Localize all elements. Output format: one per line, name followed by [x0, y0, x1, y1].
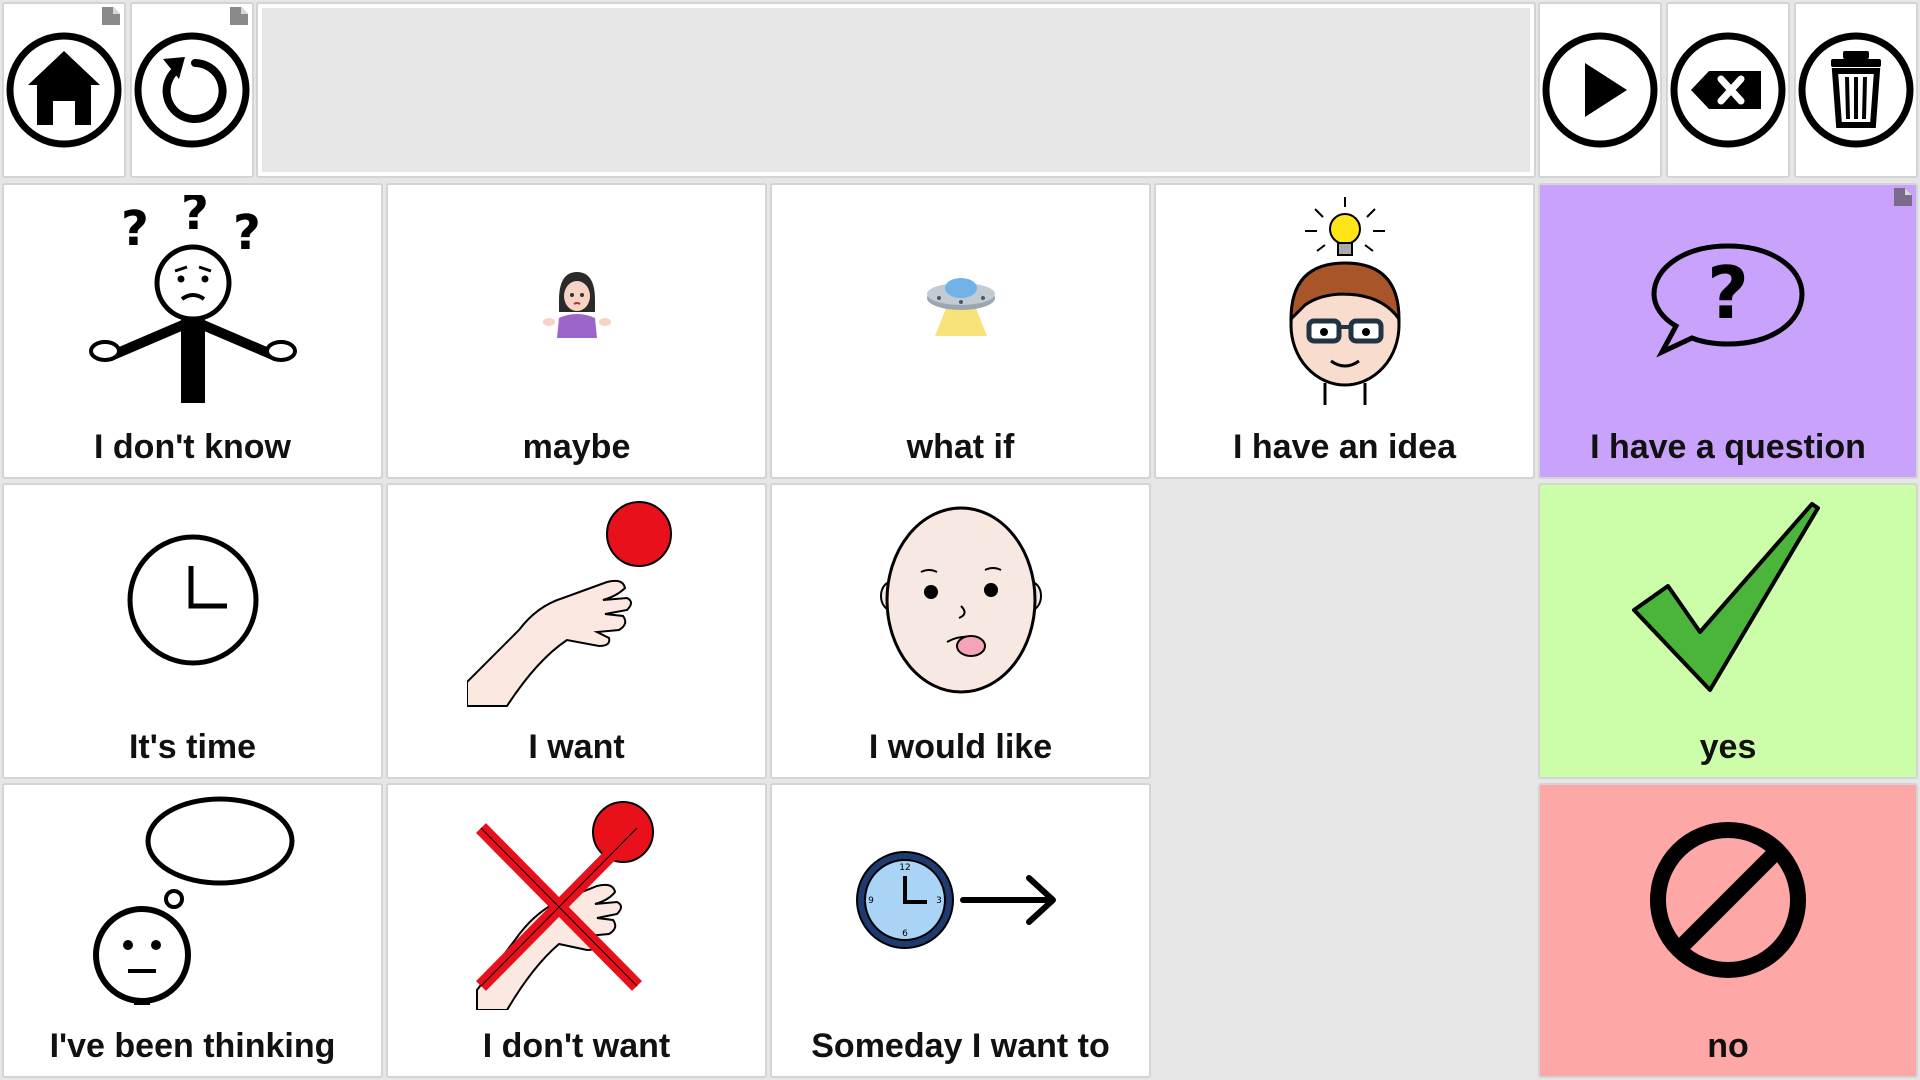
clock-arrow-icon: 12 3 6 9 [855, 850, 1056, 949]
trash-icon [1798, 32, 1914, 148]
home-icon [6, 32, 122, 148]
tile-ive-been-thinking[interactable]: I've been thinking [2, 783, 383, 1078]
svg-text:6: 6 [902, 929, 908, 939]
tile-maybe[interactable]: maybe [386, 183, 767, 479]
undo-icon [134, 32, 250, 148]
back-button[interactable] [130, 2, 254, 178]
clock-icon [127, 534, 258, 666]
tile-label: I don't know [94, 428, 291, 466]
svg-text:?: ? [233, 205, 261, 261]
folder-corner-icon [230, 7, 248, 25]
svg-text:?: ? [1707, 251, 1749, 335]
tile-label: what if [906, 428, 1015, 466]
tile-i-want[interactable]: I want [386, 483, 767, 779]
tile-what-if[interactable]: what if [770, 183, 1151, 479]
tile-yes[interactable]: yes [1538, 483, 1918, 779]
svg-text:12: 12 [899, 863, 910, 873]
backspace-button[interactable] [1666, 2, 1790, 178]
home-button[interactable] [2, 2, 126, 178]
tile-label: I want [528, 728, 625, 766]
message-bar[interactable] [262, 8, 1530, 172]
tile-no[interactable]: no [1538, 783, 1918, 1078]
tile-someday-i-want-to[interactable]: 12 3 6 9 Someday I want to [770, 783, 1151, 1078]
tile-label: I don't want [482, 1027, 671, 1065]
empty-grid-area [1155, 483, 1535, 1078]
tile-i-have-a-question[interactable]: ? I have a question [1538, 183, 1918, 479]
svg-text:9: 9 [868, 896, 874, 906]
tile-label: no [1707, 1027, 1749, 1065]
confused-person-icon: ? ? ? [88, 195, 297, 403]
message-bar-frame [256, 2, 1536, 178]
folder-corner-icon [102, 7, 120, 25]
prohibited-icon [1650, 821, 1806, 978]
svg-text:3: 3 [936, 896, 942, 906]
thinking-person-icon [92, 796, 294, 1005]
svg-text:?: ? [121, 201, 149, 257]
tile-label: maybe [522, 428, 631, 466]
tile-label: I've been thinking [49, 1027, 336, 1065]
idea-person-icon [1288, 197, 1401, 405]
backspace-icon [1670, 32, 1786, 148]
clear-button[interactable] [1794, 2, 1918, 178]
tile-label: I have an idea [1233, 428, 1456, 466]
checkmark-icon [1632, 502, 1820, 692]
tile-label: It's time [128, 728, 257, 766]
svg-text:?: ? [181, 195, 209, 241]
tile-i-dont-know[interactable]: ? ? ? I don't know [2, 183, 383, 479]
tile-label: yes [1699, 728, 1757, 766]
tile-i-dont-want[interactable]: I don't want [386, 783, 767, 1078]
hand-ball-crossed-icon [475, 800, 654, 1010]
play-icon [1542, 32, 1658, 148]
tile-i-would-like[interactable]: I would like [770, 483, 1151, 779]
tile-label: I would like [868, 728, 1053, 766]
question-bubble-icon: ? [1651, 243, 1805, 358]
shrug-emoji-icon [542, 272, 611, 338]
tile-i-have-an-idea[interactable]: I have an idea [1154, 183, 1535, 479]
tile-label: I have a question [1590, 428, 1866, 466]
licking-lips-face-icon [879, 506, 1042, 694]
ufo-icon [926, 278, 995, 336]
tile-its-time[interactable]: It's time [2, 483, 383, 779]
tile-label: Someday I want to [811, 1027, 1110, 1065]
hand-reaching-ball-icon [466, 501, 672, 707]
speak-button[interactable] [1538, 2, 1662, 178]
